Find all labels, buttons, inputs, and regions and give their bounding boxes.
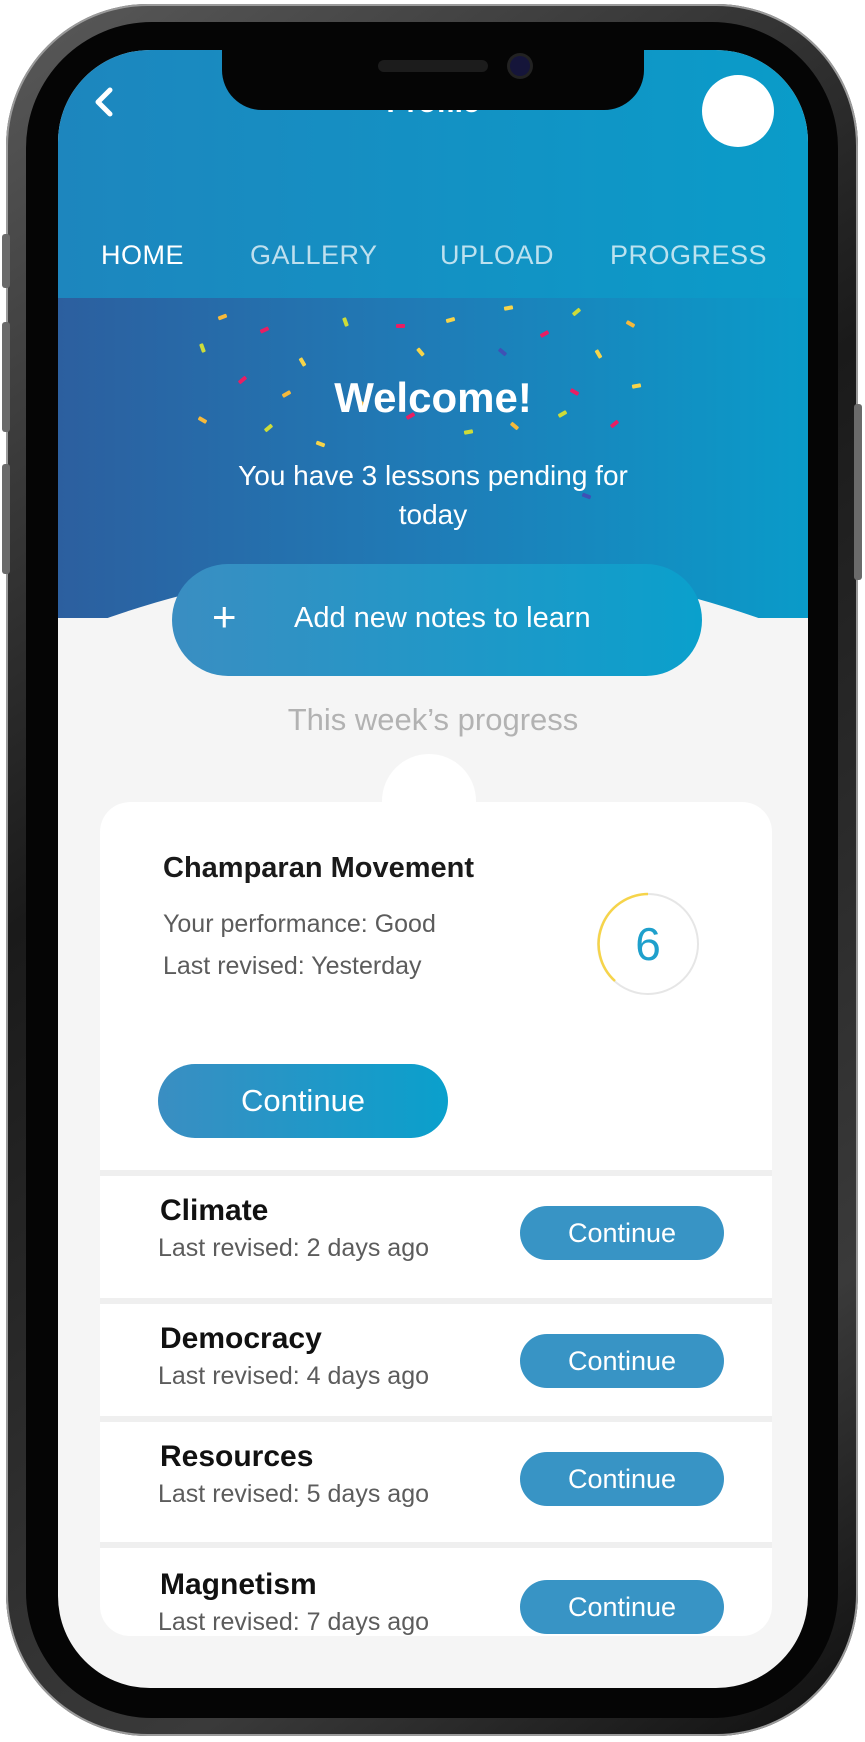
welcome-heading: Welcome! xyxy=(334,374,532,421)
lesson-title: Democracy xyxy=(160,1322,322,1355)
app-screen: Profile HOME GALLERY UPLOAD PROGRESS xyxy=(58,50,808,1688)
add-notes-label: Add new notes to learn xyxy=(294,602,591,634)
add-notes-button[interactable]: + Add new notes to learn xyxy=(172,564,702,676)
continue-button[interactable]: Continue xyxy=(520,1334,724,1388)
phone-power-button xyxy=(854,404,862,580)
phone-side-button xyxy=(2,234,10,288)
weekly-progress-heading: This week’s progress xyxy=(287,702,579,737)
plus-icon: + xyxy=(212,593,237,640)
tab-upload[interactable]: UPLOAD xyxy=(440,240,554,271)
lesson-last-revised: Last revised: 2 days ago xyxy=(158,1234,429,1262)
phone-notch xyxy=(222,50,644,110)
divider xyxy=(100,1170,772,1176)
pending-lessons-text: You have 3 lessons pending for today xyxy=(238,460,628,530)
featured-lesson-title: Champaran Movement xyxy=(163,852,475,884)
lesson-title: Resources xyxy=(160,1440,314,1473)
speaker-grille xyxy=(378,60,488,72)
divider xyxy=(100,1416,772,1422)
featured-lesson-last-revised: Last revised: Yesterday xyxy=(163,952,422,980)
lesson-title: Climate xyxy=(160,1194,269,1227)
featured-continue-button[interactable]: Continue xyxy=(158,1064,448,1138)
phone-volume-up xyxy=(2,322,10,432)
front-camera xyxy=(510,56,530,76)
lesson-last-revised: Last revised: 4 days ago xyxy=(158,1362,429,1390)
tab-progress[interactable]: PROGRESS xyxy=(610,240,767,271)
continue-button[interactable]: Continue xyxy=(520,1580,724,1634)
continue-button[interactable]: Continue xyxy=(520,1206,724,1260)
phone-volume-down xyxy=(2,464,10,574)
tab-gallery[interactable]: GALLERY xyxy=(250,240,378,271)
featured-lesson-performance: Your performance: Good xyxy=(163,910,436,938)
score-value: 6 xyxy=(635,918,661,970)
lesson-title: Magnetism xyxy=(160,1568,317,1601)
lesson-last-revised: Last revised: 5 days ago xyxy=(158,1480,429,1508)
divider xyxy=(100,1542,772,1548)
continue-button[interactable]: Continue xyxy=(520,1452,724,1506)
avatar[interactable] xyxy=(702,75,774,147)
lesson-last-revised: Last revised: 7 days ago xyxy=(158,1608,429,1636)
divider xyxy=(100,1298,772,1304)
back-button[interactable] xyxy=(86,82,126,122)
progress-card: Champaran Movement Your performance: Goo… xyxy=(100,802,772,1636)
tab-home[interactable]: HOME xyxy=(101,240,184,271)
chevron-left-icon xyxy=(95,87,113,117)
